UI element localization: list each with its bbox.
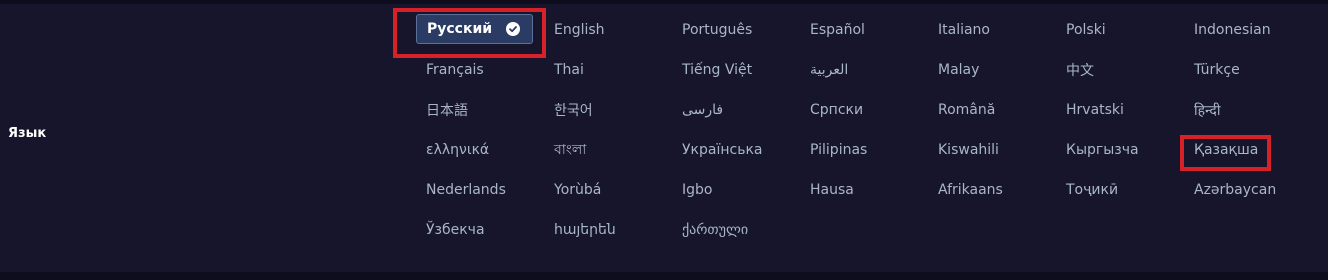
language-option-label: Indonesian [1194, 22, 1271, 38]
language-option-thai[interactable]: Thai [540, 50, 668, 90]
language-option-english[interactable]: English [540, 10, 668, 50]
language-option-french[interactable]: Français [412, 50, 540, 90]
language-option-label: Yorùbá [554, 182, 602, 198]
language-option-yoruba[interactable]: Yorùbá [540, 170, 668, 210]
language-option-kazakh[interactable]: Қазақша [1180, 130, 1308, 170]
language-option-label: Nederlands [426, 182, 506, 198]
language-option-label: हिन्दी [1194, 102, 1221, 119]
language-option-label: Ўзбекча [426, 222, 485, 238]
language-option-persian[interactable]: فارسی [668, 90, 796, 130]
language-option-label: Tiếng Việt [682, 62, 753, 78]
language-option-label: Polski [1066, 22, 1106, 38]
language-option-label: Italiano [938, 22, 990, 38]
language-option-indonesian[interactable]: Indonesian [1180, 10, 1308, 50]
language-option-label: English [554, 22, 605, 38]
language-option-russian[interactable]: Русский [416, 14, 533, 44]
language-option-label: Српски [810, 102, 864, 118]
language-option-tajik[interactable]: Тоҷикӣ [1052, 170, 1180, 210]
language-option-serbian[interactable]: Српски [796, 90, 924, 130]
language-option-label: Română [938, 102, 996, 118]
language-option-hausa[interactable]: Hausa [796, 170, 924, 210]
language-option-label: Türkçe [1194, 62, 1240, 78]
language-option-label: 한국어 [554, 103, 593, 119]
language-option-chinese[interactable]: 中文 [1052, 50, 1180, 90]
language-option-azerbaijani[interactable]: Azərbaycan [1180, 170, 1308, 210]
language-section-label: Язык [8, 126, 47, 141]
checkmark-icon [506, 22, 520, 36]
language-option-swahili[interactable]: Kiswahili [924, 130, 1052, 170]
language-option-label: 日本語 [426, 103, 468, 119]
language-option-romanian[interactable]: Română [924, 90, 1052, 130]
language-option-turkish[interactable]: Türkçe [1180, 50, 1308, 90]
language-option-label: Português [682, 22, 753, 38]
language-option-label: Igbo [682, 182, 713, 198]
language-option-afrikaans[interactable]: Afrikaans [924, 170, 1052, 210]
language-option-label: Қазақша [1194, 142, 1259, 158]
language-option-label: Тоҷикӣ [1066, 182, 1119, 198]
language-option-label: العربية [810, 62, 849, 78]
language-option-label: Pilipinas [810, 142, 868, 158]
language-option-label: فارسی [682, 102, 724, 118]
language-option-vietnamese[interactable]: Tiếng Việt [668, 50, 796, 90]
language-option-label: ქართული [682, 222, 749, 238]
language-option-portuguese[interactable]: Português [668, 10, 796, 50]
language-option-label: Malay [938, 62, 980, 78]
language-option-ukrainian[interactable]: Українська [668, 130, 796, 170]
language-option-dutch[interactable]: Nederlands [412, 170, 540, 210]
language-option-italian[interactable]: Italiano [924, 10, 1052, 50]
language-option-label: Hausa [810, 182, 854, 198]
language-option-greek[interactable]: ελληνικά [412, 130, 540, 170]
language-option-korean[interactable]: 한국어 [540, 90, 668, 130]
language-option-croatian[interactable]: Hrvatski [1052, 90, 1180, 130]
language-option-label: Azərbaycan [1194, 182, 1277, 198]
language-option-georgian[interactable]: ქართული [668, 210, 796, 250]
language-option-label: ελληνικά [426, 142, 490, 158]
language-option-armenian[interactable]: հայերեն [540, 210, 668, 250]
language-option-igbo[interactable]: Igbo [668, 170, 796, 210]
language-grid: Русский English Português Español Italia… [412, 10, 1308, 250]
language-option-bengali[interactable]: বাংলা [540, 130, 668, 170]
language-option-label: Kiswahili [938, 142, 999, 158]
language-option-label: Українська [682, 142, 763, 158]
language-option-label: Español [810, 22, 865, 38]
language-option-arabic[interactable]: العربية [796, 50, 924, 90]
language-option-label: বাংলা [554, 142, 587, 158]
language-option-hindi[interactable]: हिन्दी [1180, 90, 1308, 130]
language-option-label: Afrikaans [938, 182, 1003, 198]
language-option-label: Кыргызча [1066, 142, 1139, 158]
language-option-polish[interactable]: Polski [1052, 10, 1180, 50]
language-option-label: Français [426, 62, 484, 78]
language-option-malay[interactable]: Malay [924, 50, 1052, 90]
language-option-uzbek[interactable]: Ўзбекча [412, 210, 540, 250]
language-option-japanese[interactable]: 日本語 [412, 90, 540, 130]
language-option-label: Thai [554, 62, 584, 78]
language-option-label: հայերեն [554, 222, 616, 238]
language-option-spanish[interactable]: Español [796, 10, 924, 50]
language-option-filipino[interactable]: Pilipinas [796, 130, 924, 170]
language-option-kyrgyz[interactable]: Кыргызча [1052, 130, 1180, 170]
language-option-label: Hrvatski [1066, 102, 1124, 118]
language-option-label: 中文 [1066, 63, 1094, 79]
language-option-label: Русский [427, 21, 493, 37]
